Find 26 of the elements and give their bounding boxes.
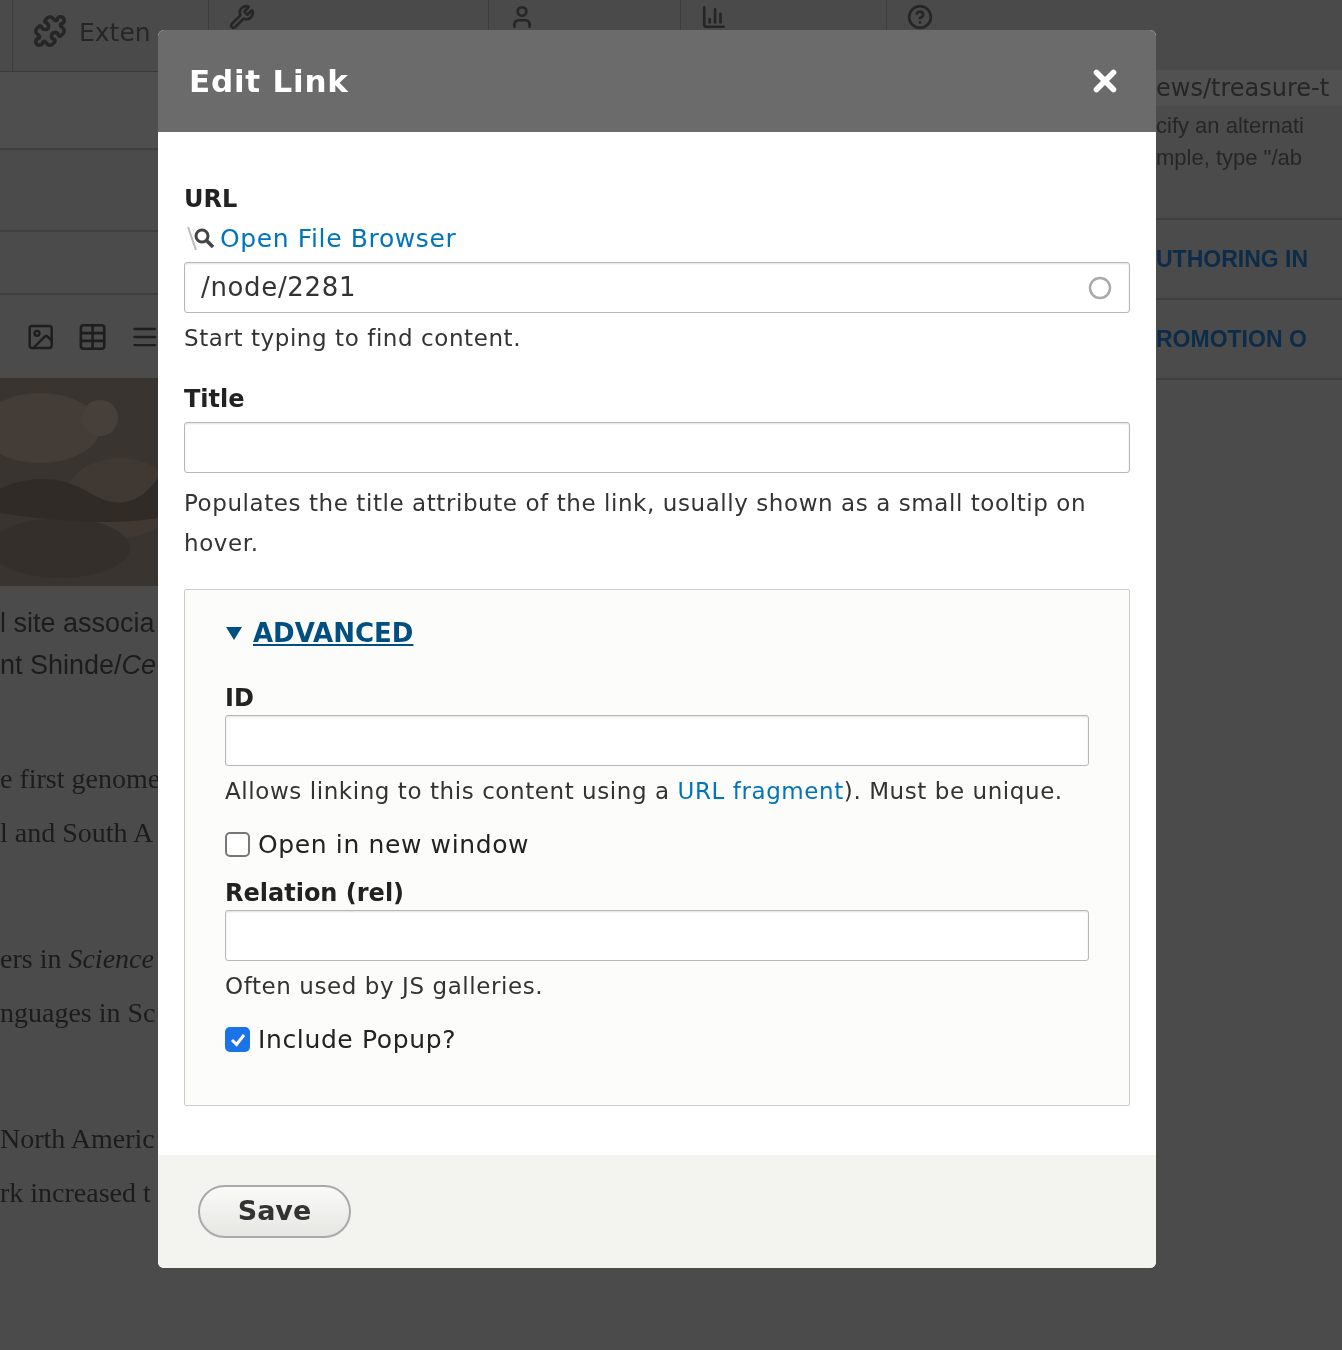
field-label: Relation (rel) (225, 877, 406, 909)
field-description: Allows linking to this content using a URL fragment). Must be unique. (225, 776, 1064, 806)
text-field[interactable] (225, 714, 1089, 766)
field-label: ID (225, 682, 255, 714)
url-field[interactable]: /node/2281 (184, 262, 1130, 313)
advanced-toggle[interactable]: ADVANCED (225, 613, 414, 653)
bar-chart-icon[interactable] (701, 4, 727, 30)
text-field[interactable] (225, 909, 1089, 961)
field-description: Start typing to find content. (184, 324, 523, 353)
throbber-icon (1087, 274, 1113, 301)
wrench-icon[interactable] (229, 4, 255, 30)
field-label: URL (184, 184, 239, 215)
checkbox[interactable] (225, 1027, 250, 1053)
checkbox-label: Open in new window (258, 829, 530, 861)
triangle-icon (225, 625, 243, 641)
title-field[interactable] (184, 421, 1130, 473)
puzzle-icon (33, 14, 67, 48)
checkbox-label: Include Popup? (258, 1024, 457, 1056)
field-description: Often used by JS galleries. (225, 971, 545, 1001)
fragment-link[interactable]: URL fragment (677, 777, 844, 804)
checkbox[interactable] (225, 832, 250, 858)
field-description: Populates the title attribute of the link, usually shown as a small tooltip on hover. (184, 488, 1088, 558)
file-browser-link[interactable]: Open File Browser (220, 222, 457, 256)
save-button[interactable]: Save (198, 1185, 351, 1238)
field-label: Title (184, 383, 246, 415)
help-icon[interactable] (907, 4, 933, 30)
